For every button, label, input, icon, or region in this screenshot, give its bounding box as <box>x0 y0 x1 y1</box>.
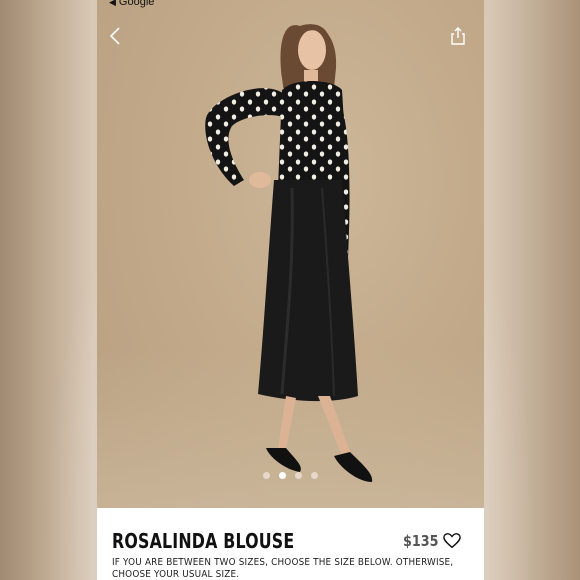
back-button[interactable] <box>103 24 127 48</box>
size-note: IF YOU ARE BETWEEN TWO SIZES, CHOOSE THE… <box>112 557 454 580</box>
carousel-dot[interactable] <box>263 472 270 479</box>
heart-icon[interactable] <box>443 532 461 550</box>
product-screen: ◀ Google ROSALINDA BLOUSE $135 IF YOU ARE… <box>97 0 484 580</box>
chevron-left-icon <box>109 27 120 45</box>
product-price: $135 <box>403 532 439 550</box>
status-back-label: Google <box>118 0 155 8</box>
product-info: ROSALINDA BLOUSE $135 IF YOU ARE BETWEEN… <box>97 508 484 580</box>
carousel-indicator <box>97 472 484 479</box>
carousel-dot[interactable] <box>295 472 302 479</box>
model-photo <box>205 24 373 482</box>
product-title: ROSALINDA BLOUSE <box>112 529 295 553</box>
status-back-to-google[interactable]: ◀ Google <box>109 0 154 8</box>
share-button[interactable] <box>446 24 470 48</box>
carousel-dot[interactable] <box>311 472 318 479</box>
back-triangle-icon: ◀ <box>109 0 116 7</box>
product-image[interactable]: ◀ Google <box>97 0 484 508</box>
share-icon <box>451 27 465 45</box>
carousel-dot-active[interactable] <box>279 472 286 479</box>
